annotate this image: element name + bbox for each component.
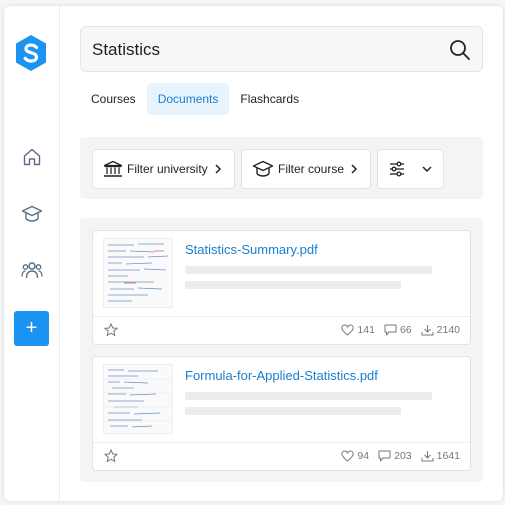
comments-stat[interactable]: 203 — [378, 450, 412, 462]
document-footer: 94 203 1641 — [93, 442, 470, 470]
main-content: Statistics Courses Documents Flashcards … — [80, 6, 483, 501]
graduation-cap-icon — [252, 160, 274, 177]
chevron-right-icon — [351, 164, 358, 174]
add-button[interactable]: + — [14, 311, 49, 346]
star-icon[interactable] — [104, 449, 118, 463]
chevron-down-icon — [422, 166, 432, 173]
tab-courses[interactable]: Courses — [80, 83, 147, 115]
graduation-cap-icon[interactable] — [20, 202, 44, 226]
filter-course-label: Filter course — [278, 162, 345, 176]
downloads-stat[interactable]: 1641 — [421, 450, 460, 462]
heart-icon — [341, 324, 355, 336]
document-thumbnail[interactable] — [103, 238, 173, 308]
description-placeholder — [185, 281, 401, 289]
comment-icon — [384, 324, 397, 336]
filter-bar: Filter university Filter course — [80, 137, 483, 199]
plus-icon: + — [25, 317, 38, 339]
comments-stat[interactable]: 66 — [384, 324, 412, 336]
sort-options-button[interactable] — [377, 149, 444, 189]
comment-icon — [378, 450, 391, 462]
search-input[interactable]: Statistics — [80, 26, 483, 72]
star-icon[interactable] — [104, 323, 118, 337]
sliders-icon — [390, 161, 404, 177]
home-icon[interactable] — [20, 145, 44, 169]
download-icon — [421, 325, 434, 336]
app-logo-icon[interactable] — [14, 34, 48, 72]
app-window: + Statistics Courses Documents Flashcard… — [4, 6, 503, 501]
filter-university-label: Filter university — [127, 162, 208, 176]
comments-count: 203 — [394, 450, 412, 462]
sidebar: + — [4, 6, 60, 501]
likes-stat[interactable]: 141 — [341, 324, 375, 336]
description-placeholder — [185, 266, 432, 274]
downloads-count: 1641 — [436, 450, 460, 462]
likes-stat[interactable]: 94 — [341, 450, 369, 462]
document-title[interactable]: Formula-for-Applied-Statistics.pdf — [185, 368, 378, 383]
description-placeholder — [185, 407, 401, 415]
document-title[interactable]: Statistics-Summary.pdf — [185, 242, 318, 257]
download-icon — [421, 451, 434, 462]
tab-flashcards[interactable]: Flashcards — [229, 83, 310, 115]
university-building-icon — [103, 160, 123, 177]
tab-documents[interactable]: Documents — [146, 83, 230, 115]
description-placeholder — [185, 392, 432, 400]
filter-course-button[interactable]: Filter course — [241, 149, 371, 189]
document-footer: 141 66 2140 — [93, 316, 470, 344]
downloads-stat[interactable]: 2140 — [421, 324, 460, 336]
chevron-right-icon — [215, 164, 222, 174]
document-card[interactable]: Statistics-Summary.pdf 141 66 2140 — [92, 230, 471, 345]
document-stats: 141 66 2140 — [341, 324, 460, 336]
downloads-count: 2140 — [436, 324, 460, 336]
tab-bar: Courses Documents Flashcards — [80, 83, 310, 115]
search-icon[interactable] — [448, 38, 472, 62]
document-card[interactable]: Formula-for-Applied-Statistics.pdf 94 20… — [92, 356, 471, 471]
heart-icon — [341, 450, 355, 462]
document-list: Statistics-Summary.pdf 141 66 2140 Formu… — [80, 218, 483, 482]
search-query: Statistics — [92, 40, 161, 59]
people-icon[interactable] — [20, 258, 44, 282]
document-stats: 94 203 1641 — [341, 450, 460, 462]
filter-university-button[interactable]: Filter university — [92, 149, 235, 189]
document-thumbnail[interactable] — [103, 364, 173, 434]
likes-count: 141 — [357, 324, 375, 336]
comments-count: 66 — [399, 324, 412, 336]
likes-count: 94 — [357, 450, 370, 462]
